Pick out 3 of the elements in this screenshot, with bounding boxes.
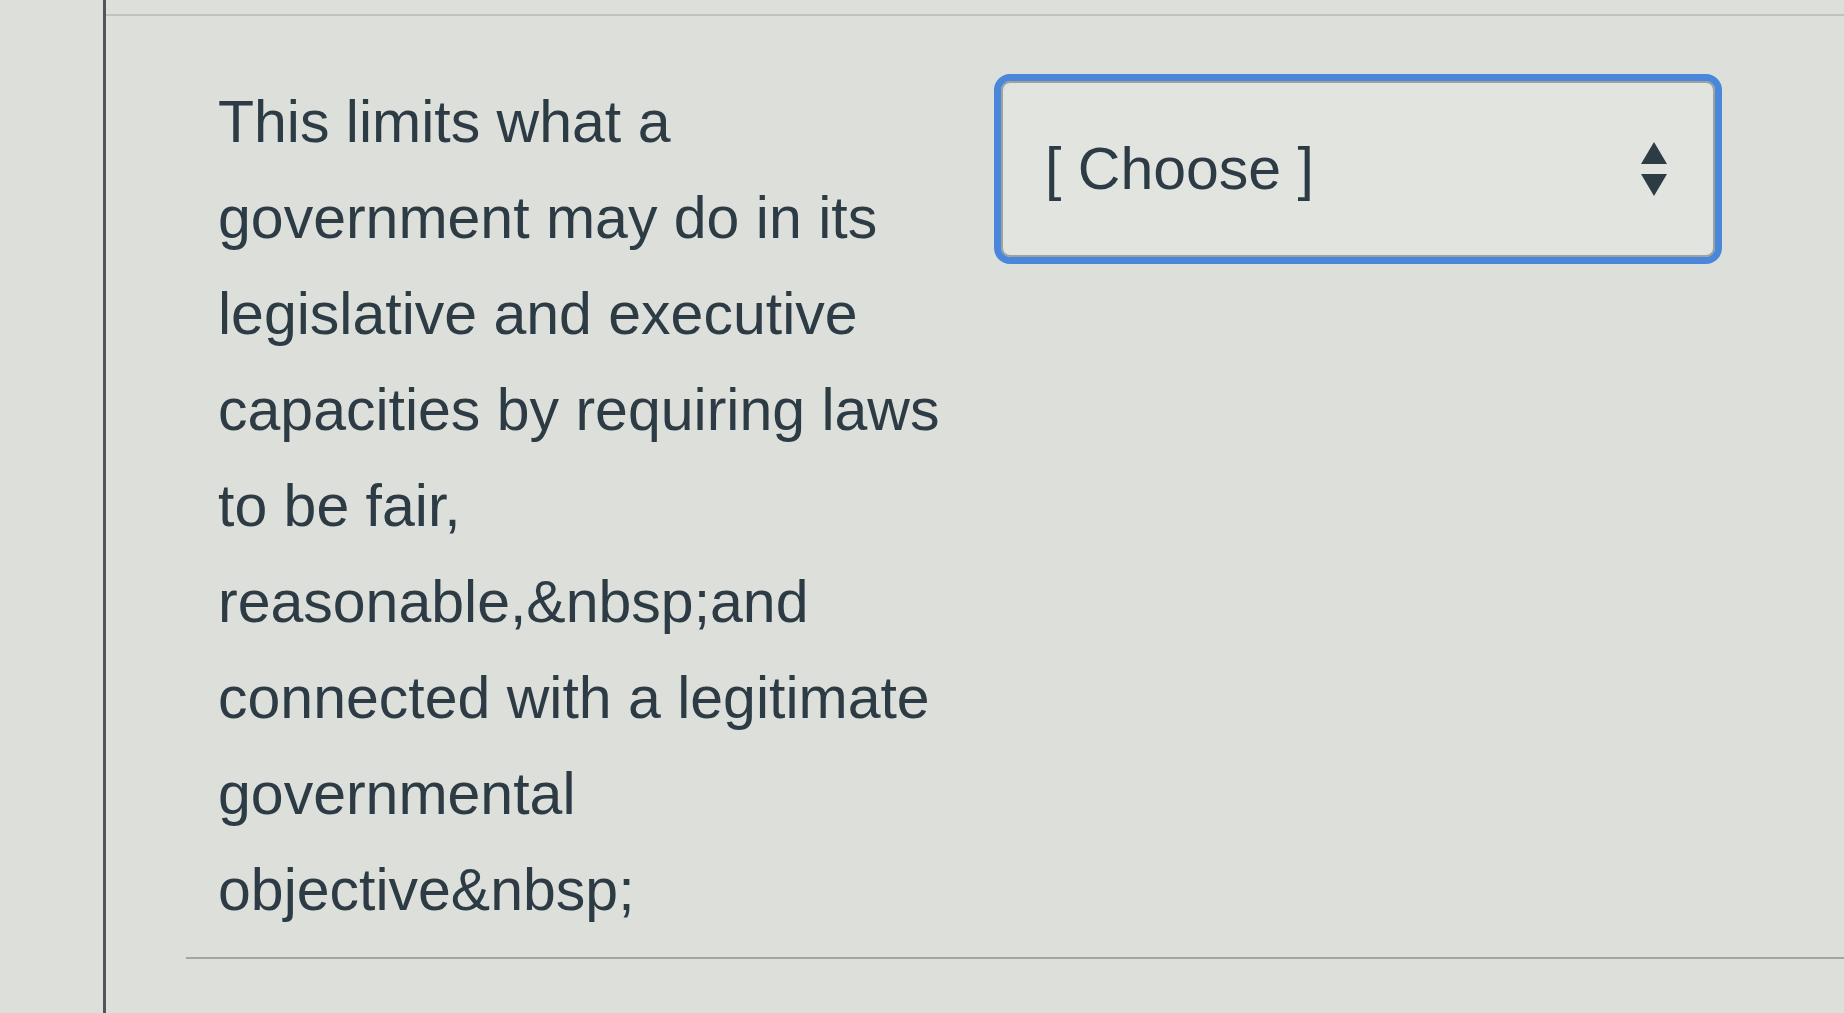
choose-dropdown[interactable]: [ Choose ] (994, 74, 1722, 264)
question-text: This limits what a government may do in its legislative and executive capacities by requiring laws to be fair, reasonable,&nbsp;and connected with a legitimate governmental objective&nbsp; (218, 88, 941, 925)
sort-arrows-icon (1641, 142, 1667, 196)
